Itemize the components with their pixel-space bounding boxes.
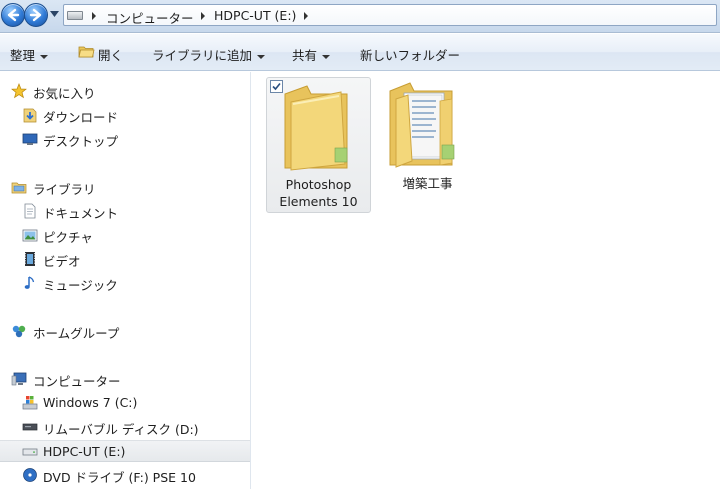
folder-open-icon[interactable]	[78, 44, 95, 59]
video-icon	[25, 252, 35, 266]
folder-with-documents-icon	[389, 82, 455, 168]
address-bar: コンピューター HDPC-UT (E:)	[0, 0, 720, 33]
breadcrumb-drive[interactable]: HDPC-UT (E:)	[214, 8, 296, 23]
organize-button[interactable]: 整理	[10, 45, 49, 64]
nav-item-videos[interactable]: ビデオ	[0, 248, 250, 270]
nav-homegroup-label: ホームグループ	[33, 326, 120, 341]
document-icon	[24, 203, 36, 219]
star-icon	[11, 83, 27, 99]
folder-item[interactable]: Photoshop Elements 10	[266, 77, 371, 213]
nav-homegroup[interactable]: ホームグループ	[0, 320, 250, 342]
downloads-folder-icon	[23, 108, 37, 123]
nav-item-label: デスクトップ	[43, 134, 119, 149]
nav-computer[interactable]: コンピューター	[0, 368, 250, 390]
nav-item-documents[interactable]: ドキュメント	[0, 200, 250, 222]
address-input[interactable]: コンピューター HDPC-UT (E:)	[63, 4, 717, 26]
chevron-down-icon	[40, 54, 49, 59]
add-to-library-label: ライブラリに追加	[152, 48, 253, 63]
nav-item-desktop[interactable]: デスクトップ	[0, 128, 250, 150]
file-list: Photoshop Elements 10 増築工事	[252, 72, 720, 489]
folder-name: 増築工事	[402, 176, 453, 191]
breadcrumb-separator-icon[interactable]	[201, 12, 205, 20]
nav-item-pictures[interactable]: ピクチャ	[0, 224, 250, 246]
nav-libraries[interactable]: ライブラリ	[0, 176, 250, 198]
arrow-left-icon	[7, 8, 20, 22]
arrow-right-icon	[29, 8, 42, 22]
dvd-drive-icon	[23, 468, 37, 482]
new-folder-button[interactable]: 新しいフォルダー	[360, 45, 460, 64]
nav-item-drive-d[interactable]: リムーバブル ディスク (D:)	[0, 416, 250, 438]
drive-icon	[67, 11, 83, 20]
organize-label: 整理	[10, 48, 36, 63]
breadcrumb-separator-icon[interactable]	[92, 12, 96, 20]
library-icon	[11, 182, 27, 194]
chevron-down-icon	[322, 54, 331, 59]
nav-item-drive-f[interactable]: DVD ドライブ (F:) PSE 10	[0, 464, 250, 486]
nav-item-downloads[interactable]: ダウンロード	[0, 104, 250, 126]
nav-item-label: ピクチャ	[43, 230, 93, 245]
nav-item-music[interactable]: ミュージック	[0, 272, 250, 294]
folder-name: Photoshop	[285, 177, 352, 192]
command-bar: 整理 開く ライブラリに追加 共有 新しいフォルダー	[0, 34, 720, 71]
nav-item-label: ダウンロード	[43, 110, 119, 125]
nav-computer-label: コンピューター	[33, 374, 121, 389]
share-button[interactable]: 共有	[292, 45, 331, 64]
back-button[interactable]	[1, 3, 25, 27]
nav-item-drive-e[interactable]: HDPC-UT (E:)	[0, 440, 250, 462]
nav-item-label: Windows 7 (C:)	[43, 395, 138, 410]
nav-item-label: ドキュメント	[43, 206, 119, 221]
music-note-icon	[24, 276, 35, 289]
nav-item-label: ミュージック	[43, 278, 118, 293]
nav-libraries-label: ライブラリ	[33, 182, 96, 197]
pictures-icon	[22, 229, 38, 242]
nav-item-drive-c[interactable]: Windows 7 (C:)	[0, 392, 250, 414]
hard-drive-icon	[22, 448, 38, 456]
folder-icon	[284, 85, 348, 171]
computer-icon	[11, 372, 27, 386]
breadcrumb-computer[interactable]: コンピューター	[106, 8, 194, 27]
recent-pages-chevron-down-icon[interactable]	[50, 11, 59, 17]
open-button[interactable]: 開く	[98, 45, 123, 64]
nav-item-label: DVD ドライブ (F:) PSE 10	[43, 470, 196, 485]
navigation-pane: お気に入り ダウンロード デスクトップ ライブラリ ドキュメント ピクチャ ビデ…	[0, 72, 251, 489]
removable-disk-icon	[22, 423, 38, 431]
breadcrumb-separator-icon[interactable]	[304, 12, 308, 20]
chevron-down-icon	[257, 54, 266, 59]
share-label: 共有	[292, 48, 318, 63]
folder-item[interactable]: 増築工事	[376, 77, 481, 213]
folder-name-line2: Elements 10	[279, 194, 358, 209]
windows-drive-icon	[22, 396, 38, 410]
homegroup-icon	[12, 325, 26, 338]
nav-favorites-label: お気に入り	[33, 86, 96, 101]
nav-favorites[interactable]: お気に入り	[0, 80, 250, 102]
desktop-icon	[22, 133, 38, 145]
forward-button[interactable]	[24, 3, 48, 27]
nav-item-label: ビデオ	[43, 254, 81, 269]
nav-item-label: HDPC-UT (E:)	[43, 444, 126, 459]
add-to-library-button[interactable]: ライブラリに追加	[152, 45, 266, 64]
nav-item-label: リムーバブル ディスク (D:)	[43, 422, 199, 437]
